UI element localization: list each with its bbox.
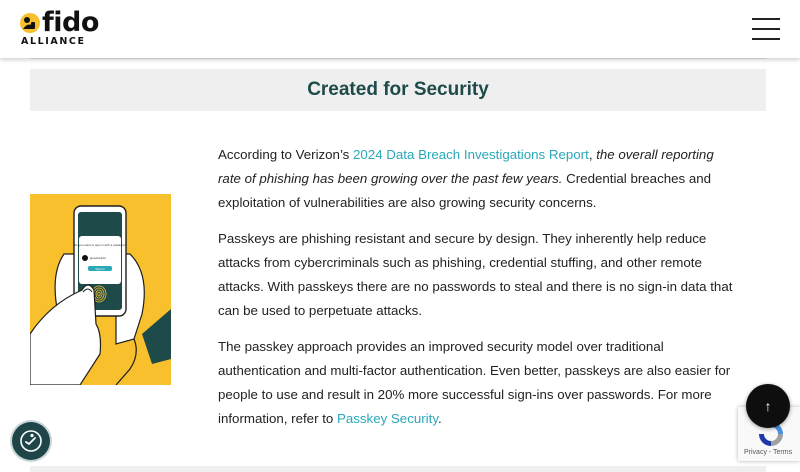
accessibility-glyph-icon (20, 430, 42, 452)
passkey-security-link[interactable]: Passkey Security (337, 411, 438, 426)
paragraph-3-text: The passkey approach provides an improve… (218, 339, 731, 426)
hamburger-menu-icon[interactable] (752, 18, 780, 40)
paragraph-3: The passkey approach provides an improve… (218, 335, 738, 431)
phone-prompt-text: Do you want to sign in with a passkey? (74, 243, 126, 247)
scroll-to-top-button[interactable]: ↑ (746, 384, 790, 428)
fido-alliance-logo[interactable]: fido ALLIANCE (20, 9, 110, 49)
fido-logo-mark-icon (20, 13, 40, 33)
paragraph-1-prefix: According to Verizon’s (218, 147, 354, 162)
section-footer-bar (30, 466, 766, 472)
recaptcha-terms-text[interactable]: Privacy - Terms (744, 449, 792, 456)
section-title: Created for Security (30, 69, 766, 111)
content-divider (30, 58, 766, 59)
passkey-phone-illustration: Do you want to sign in with a passkey? j… (30, 194, 171, 385)
accessibility-icon[interactable] (12, 422, 50, 460)
paragraph-2: Passkeys are phishing resistant and secu… (218, 231, 733, 318)
arrow-up-icon: ↑ (764, 398, 772, 414)
logo-subtitle: ALLIANCE (21, 36, 86, 47)
data-breach-report-link[interactable]: 2024 Data Breach Investigations Report (353, 147, 589, 162)
phone-sign-in-label: Sign in (95, 267, 105, 271)
phone-account-label: janedoe123 (89, 256, 106, 260)
paragraph-1: According to Verizon’s 2024 Data Breach … (218, 143, 738, 215)
site-header: fido ALLIANCE (0, 0, 800, 58)
logo-wordmark: fido (42, 7, 99, 38)
paragraph-3-end: . (437, 411, 442, 426)
article-body: According to Verizon’s 2024 Data Breach … (218, 143, 738, 443)
